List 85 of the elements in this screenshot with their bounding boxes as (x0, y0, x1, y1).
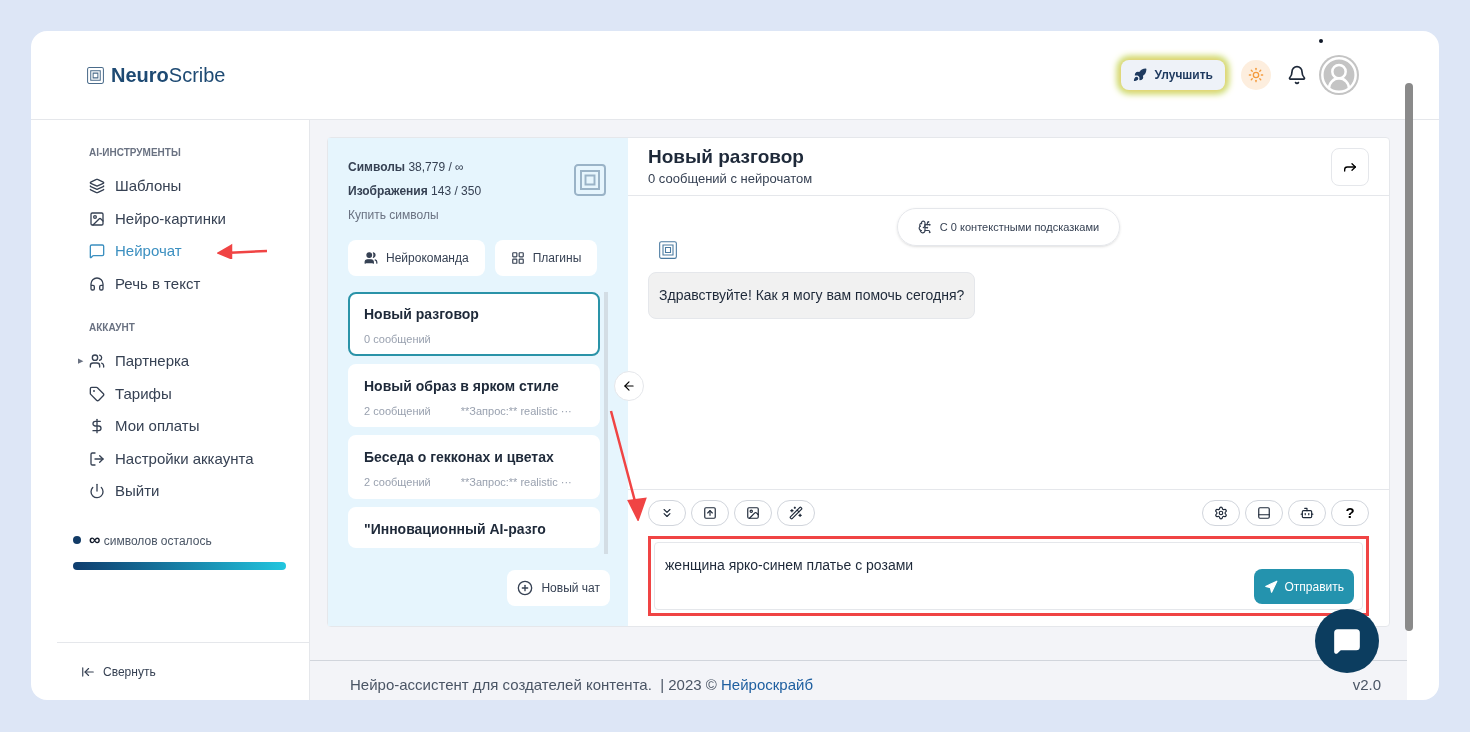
send-icon (1264, 579, 1279, 594)
chat-title: Новый образ в ярком стиле (364, 376, 560, 396)
conversation-title: Новый разговор (648, 144, 805, 169)
logo-text: NeuroScribe (111, 63, 226, 88)
chat-item[interactable]: Беседа о гекконах и цветах 2 сообщений **Запрос:** realistic ··· (348, 435, 600, 499)
logo-icon (86, 65, 105, 85)
section-heading: AI-ИНСТРУМЕНТЫ (89, 146, 182, 160)
tag-icon (89, 385, 105, 402)
annotation-arrow (217, 243, 269, 259)
chat-preview: **Запрос:** realistic ··· (460, 403, 572, 419)
panel-icon (1257, 506, 1271, 520)
plugins-button[interactable]: Плагины (494, 240, 598, 276)
users-icon (89, 353, 105, 370)
image-icon (746, 506, 760, 520)
chevrons-down-icon (660, 506, 674, 520)
collapse-icon (81, 664, 95, 679)
message-count: 0 сообщений (364, 332, 431, 347)
theme-toggle[interactable] (1241, 60, 1271, 90)
panel-button[interactable] (1245, 500, 1283, 526)
upload-icon (703, 506, 717, 520)
bell-icon (1287, 65, 1307, 85)
plus-icon (517, 580, 534, 596)
collapse-button[interactable]: Свернуть (81, 662, 156, 681)
logout-icon (89, 450, 105, 467)
send-button[interactable]: Отправить (1254, 569, 1354, 604)
image-icon (89, 210, 105, 227)
footer-link[interactable]: Нейроскрайб (721, 676, 813, 694)
upload-button[interactable] (691, 500, 729, 526)
team-button[interactable]: Нейрокоманда (348, 240, 485, 276)
chat-preview: **Запрос:** realistic ··· (460, 475, 572, 490)
chat-icon (89, 243, 105, 260)
buy-symbols-link[interactable]: Купить символы (348, 206, 482, 224)
magic-button[interactable] (777, 500, 815, 526)
message-bubble: Здравствуйте! Как я могу вам помочь сегодня? (648, 272, 976, 319)
sidebar-item[interactable]: Мои оплаты (89, 415, 200, 438)
settings-button[interactable] (1202, 500, 1240, 526)
symbols-count: Символы 38,779 / ∞ (348, 159, 465, 176)
message-input[interactable]: женщина ярко-синем платье с розами Отправить (654, 542, 1363, 610)
conversation-subtitle: 0 сообщений с нейрочатом (648, 169, 813, 188)
sidebar-item[interactable]: Партнерка (89, 350, 190, 373)
input-text: женщина ярко-синем платье с розами (665, 557, 914, 573)
message-count: 2 сообщений (364, 403, 431, 419)
rocket-icon (1132, 68, 1147, 82)
brain-icon (917, 220, 932, 234)
share-button[interactable] (1331, 147, 1369, 186)
chat-item[interactable]: Новый разговор 0 сообщений (348, 292, 600, 356)
settings-icon (1214, 506, 1228, 520)
section-heading: АККАУНТ (89, 321, 136, 335)
chat-title: Новый разговор (364, 305, 480, 324)
sidebar-item[interactable]: Речь в текст (89, 272, 201, 295)
expand-button[interactable] (648, 500, 686, 526)
layers-icon (89, 178, 105, 195)
sidebar-item[interactable]: Выйти (89, 480, 160, 503)
sun-icon (1248, 67, 1264, 83)
sidebar-item[interactable]: Шаблоны (89, 175, 182, 198)
credits-text: ∞ символов осталось (89, 529, 212, 550)
upgrade-button[interactable]: Улучшить (1120, 60, 1225, 90)
bot-button[interactable] (1288, 500, 1326, 526)
notifications-button[interactable] (1287, 65, 1307, 85)
help-button[interactable]: ? (1331, 500, 1369, 526)
chat-title: "Инновационный AI-разго (364, 519, 547, 539)
logo-icon (658, 240, 678, 260)
power-icon (89, 483, 105, 500)
images-count: Изображения 143 / 350 (348, 183, 482, 200)
version-label: v2.0 (1352, 675, 1381, 696)
chat-title: Беседа о гекконах и цветах (364, 448, 555, 467)
grid-icon (510, 251, 525, 265)
wand-icon (789, 506, 803, 520)
sidebar-item[interactable]: Тарифы (89, 382, 172, 405)
sidebar-item[interactable]: Нейрочат (89, 240, 182, 263)
footer-text: Нейро-ассистент для создателей контента. | 2023 © Нейроскрайб (350, 675, 813, 696)
sidebar-item[interactable]: Нейро-картинки (89, 207, 226, 230)
dollar-icon (89, 418, 105, 435)
sidebar-item[interactable]: Настройки аккаунта (89, 447, 254, 470)
headphones-icon (89, 275, 105, 292)
users-icon (364, 251, 378, 265)
chat-bubble-icon (1333, 627, 1361, 655)
robot-icon (1300, 506, 1314, 520)
chat-item[interactable]: Новый образ в ярком стиле 2 сообщений **Запрос:** realistic ··· (348, 363, 600, 427)
message-count: 2 сообщений (364, 475, 431, 490)
new-chat-button[interactable]: Новый чат (507, 570, 610, 606)
image-button[interactable] (734, 500, 772, 526)
chat-item[interactable]: "Инновационный AI-разго (348, 506, 600, 548)
arrow-left-icon (622, 379, 636, 393)
logo-icon (572, 162, 608, 198)
